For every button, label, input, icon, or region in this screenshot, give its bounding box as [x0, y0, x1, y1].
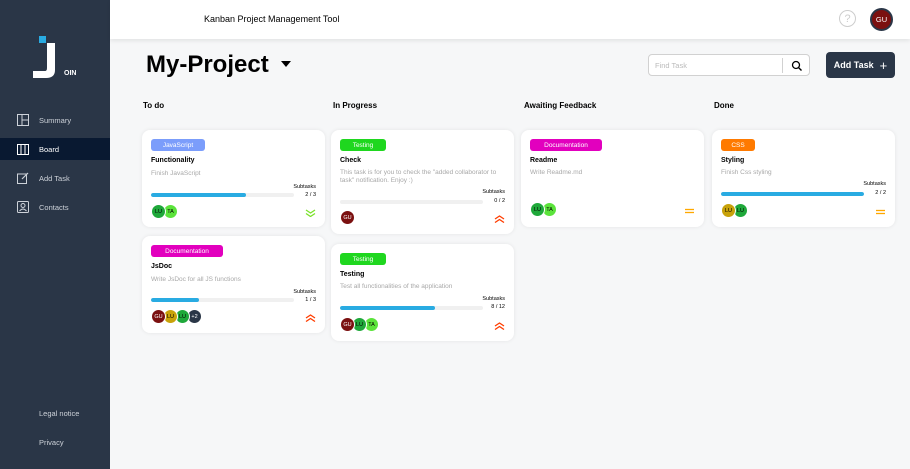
task-description: Finish JavaScript: [151, 170, 201, 177]
progress-bar: [340, 306, 483, 310]
category-tag: Documentation: [151, 245, 223, 257]
search-divider: [782, 58, 783, 73]
priority-medium-icon: [685, 208, 694, 214]
contacts-icon: [16, 200, 30, 214]
search-icon[interactable]: [790, 59, 804, 73]
sidebar-item-label: Contacts: [39, 202, 69, 212]
subtasks-count: 8 / 12: [491, 304, 505, 310]
logo-text: OIN: [64, 70, 77, 77]
add-task-button[interactable]: Add Task +: [826, 52, 895, 78]
category-tag: Documentation: [530, 139, 602, 151]
progress-fill: [340, 306, 436, 310]
progress-fill: [151, 193, 247, 197]
subtasks-label: Subtasks: [482, 189, 505, 195]
task-description: Test all functionalities of the applicat…: [340, 283, 453, 290]
category-tag: CSS: [721, 139, 755, 151]
assignee-avatar: LU: [151, 204, 166, 219]
task-title: Readme: [530, 157, 558, 164]
assignee-avatars: GU: [340, 210, 355, 225]
sidebar-item-label: Summary: [39, 115, 72, 125]
assignee-avatar: LU: [530, 202, 545, 217]
project-dropdown-icon[interactable]: [281, 61, 291, 67]
board-icon: [16, 142, 30, 156]
column-title-todo: To do: [143, 101, 165, 110]
subtasks-count: 2 / 3: [305, 192, 316, 198]
sidebar-item-label: Add Task: [39, 173, 70, 183]
task-title: Functionality: [151, 157, 195, 164]
progress-bar: [340, 200, 483, 204]
column-title-done: Done: [714, 101, 734, 110]
progress-bar: [151, 298, 294, 302]
column-title-in-progress: In Progress: [333, 101, 378, 110]
task-title: Styling: [721, 157, 745, 164]
task-title: Check: [340, 157, 362, 164]
priority-medium-icon: [876, 209, 885, 215]
search-input[interactable]: [655, 58, 775, 73]
assignee-avatar: GU: [340, 317, 355, 332]
task-description: This task is for you to check the "added…: [340, 169, 497, 184]
summary-icon: [16, 113, 30, 127]
subtasks-count: 2 / 2: [875, 190, 886, 196]
assignee-avatars: LU TA: [151, 204, 178, 219]
task-description: Write JsDoc for all JS functions: [151, 276, 241, 283]
progress-bar: [721, 192, 864, 196]
progress-fill: [151, 298, 199, 302]
assignee-avatars: LU TA: [530, 202, 557, 217]
assignee-avatar: LU: [721, 203, 736, 218]
progress-fill: [721, 192, 864, 196]
join-logo[interactable]: OIN: [30, 34, 80, 80]
progress-bar: [151, 193, 294, 197]
subtasks-count: 0 / 2: [494, 198, 505, 204]
task-description: Write Readme.md: [530, 169, 583, 176]
category-tag: Testing: [340, 253, 386, 265]
task-card[interactable]: Documentation JsDoc Write JsDoc for all JS…: [142, 236, 325, 333]
subtasks-label: Subtasks: [863, 181, 886, 187]
sidebar: OIN Summary Board Add Task Contacts Lega…: [0, 0, 110, 469]
plus-icon: +: [879, 57, 888, 73]
column-title-awaiting-feedback: Awaiting Feedback: [524, 101, 597, 110]
assignee-avatar: GU: [340, 210, 355, 225]
sidebar-item-add-task[interactable]: Add Task: [0, 167, 110, 189]
sidebar-item-board[interactable]: Board: [0, 138, 110, 160]
user-avatar[interactable]: GU: [870, 8, 893, 31]
assignee-avatars: LU LU: [721, 203, 748, 218]
sidebar-item-contacts[interactable]: Contacts: [0, 196, 110, 218]
legal-notice-link[interactable]: Legal notice: [39, 409, 79, 418]
task-title: Testing: [340, 271, 365, 278]
task-card[interactable]: Testing Testing Test all functionalities o…: [331, 244, 514, 341]
subtasks-label: Subtasks: [293, 184, 316, 190]
app-title: Kanban Project Management Tool: [204, 14, 340, 24]
task-card[interactable]: JavaScript Functionality Finish JavaScript…: [142, 130, 325, 227]
project-title: My-Project: [146, 51, 269, 78]
search-box: [648, 54, 810, 76]
priority-low-icon: [305, 209, 316, 217]
sidebar-item-label: Board: [39, 144, 60, 154]
task-card[interactable]: Documentation Readme Write Readme.md LU TA: [521, 130, 704, 227]
sidebar-item-summary[interactable]: Summary: [0, 109, 110, 131]
top-header: Kanban Project Management Tool ? GU: [110, 0, 910, 39]
task-card[interactable]: CSS Styling Finish Css styling Subtasks 2 / …: [712, 130, 895, 227]
subtasks-label: Subtasks: [482, 296, 505, 302]
priority-urgent-icon: [494, 215, 505, 223]
help-icon[interactable]: ?: [839, 10, 856, 27]
assignee-avatars: GU LU LU +2: [151, 309, 202, 324]
task-description: Finish Css styling: [721, 169, 772, 176]
privacy-link[interactable]: Privacy: [39, 438, 64, 447]
category-tag: Testing: [340, 139, 386, 151]
priority-urgent-icon: [494, 322, 505, 330]
assignee-avatars: GU LU TA: [340, 317, 379, 332]
subtasks-count: 1 / 3: [305, 297, 316, 303]
edit-icon: [16, 171, 30, 185]
task-title: JsDoc: [151, 263, 173, 270]
assignee-avatar: GU: [151, 309, 166, 324]
add-task-label: Add Task: [833, 60, 874, 70]
priority-urgent-icon: [305, 314, 316, 322]
category-tag: JavaScript: [151, 139, 205, 151]
subtasks-label: Subtasks: [293, 289, 316, 295]
task-card[interactable]: Testing Check This task is for you to chec…: [331, 130, 514, 234]
